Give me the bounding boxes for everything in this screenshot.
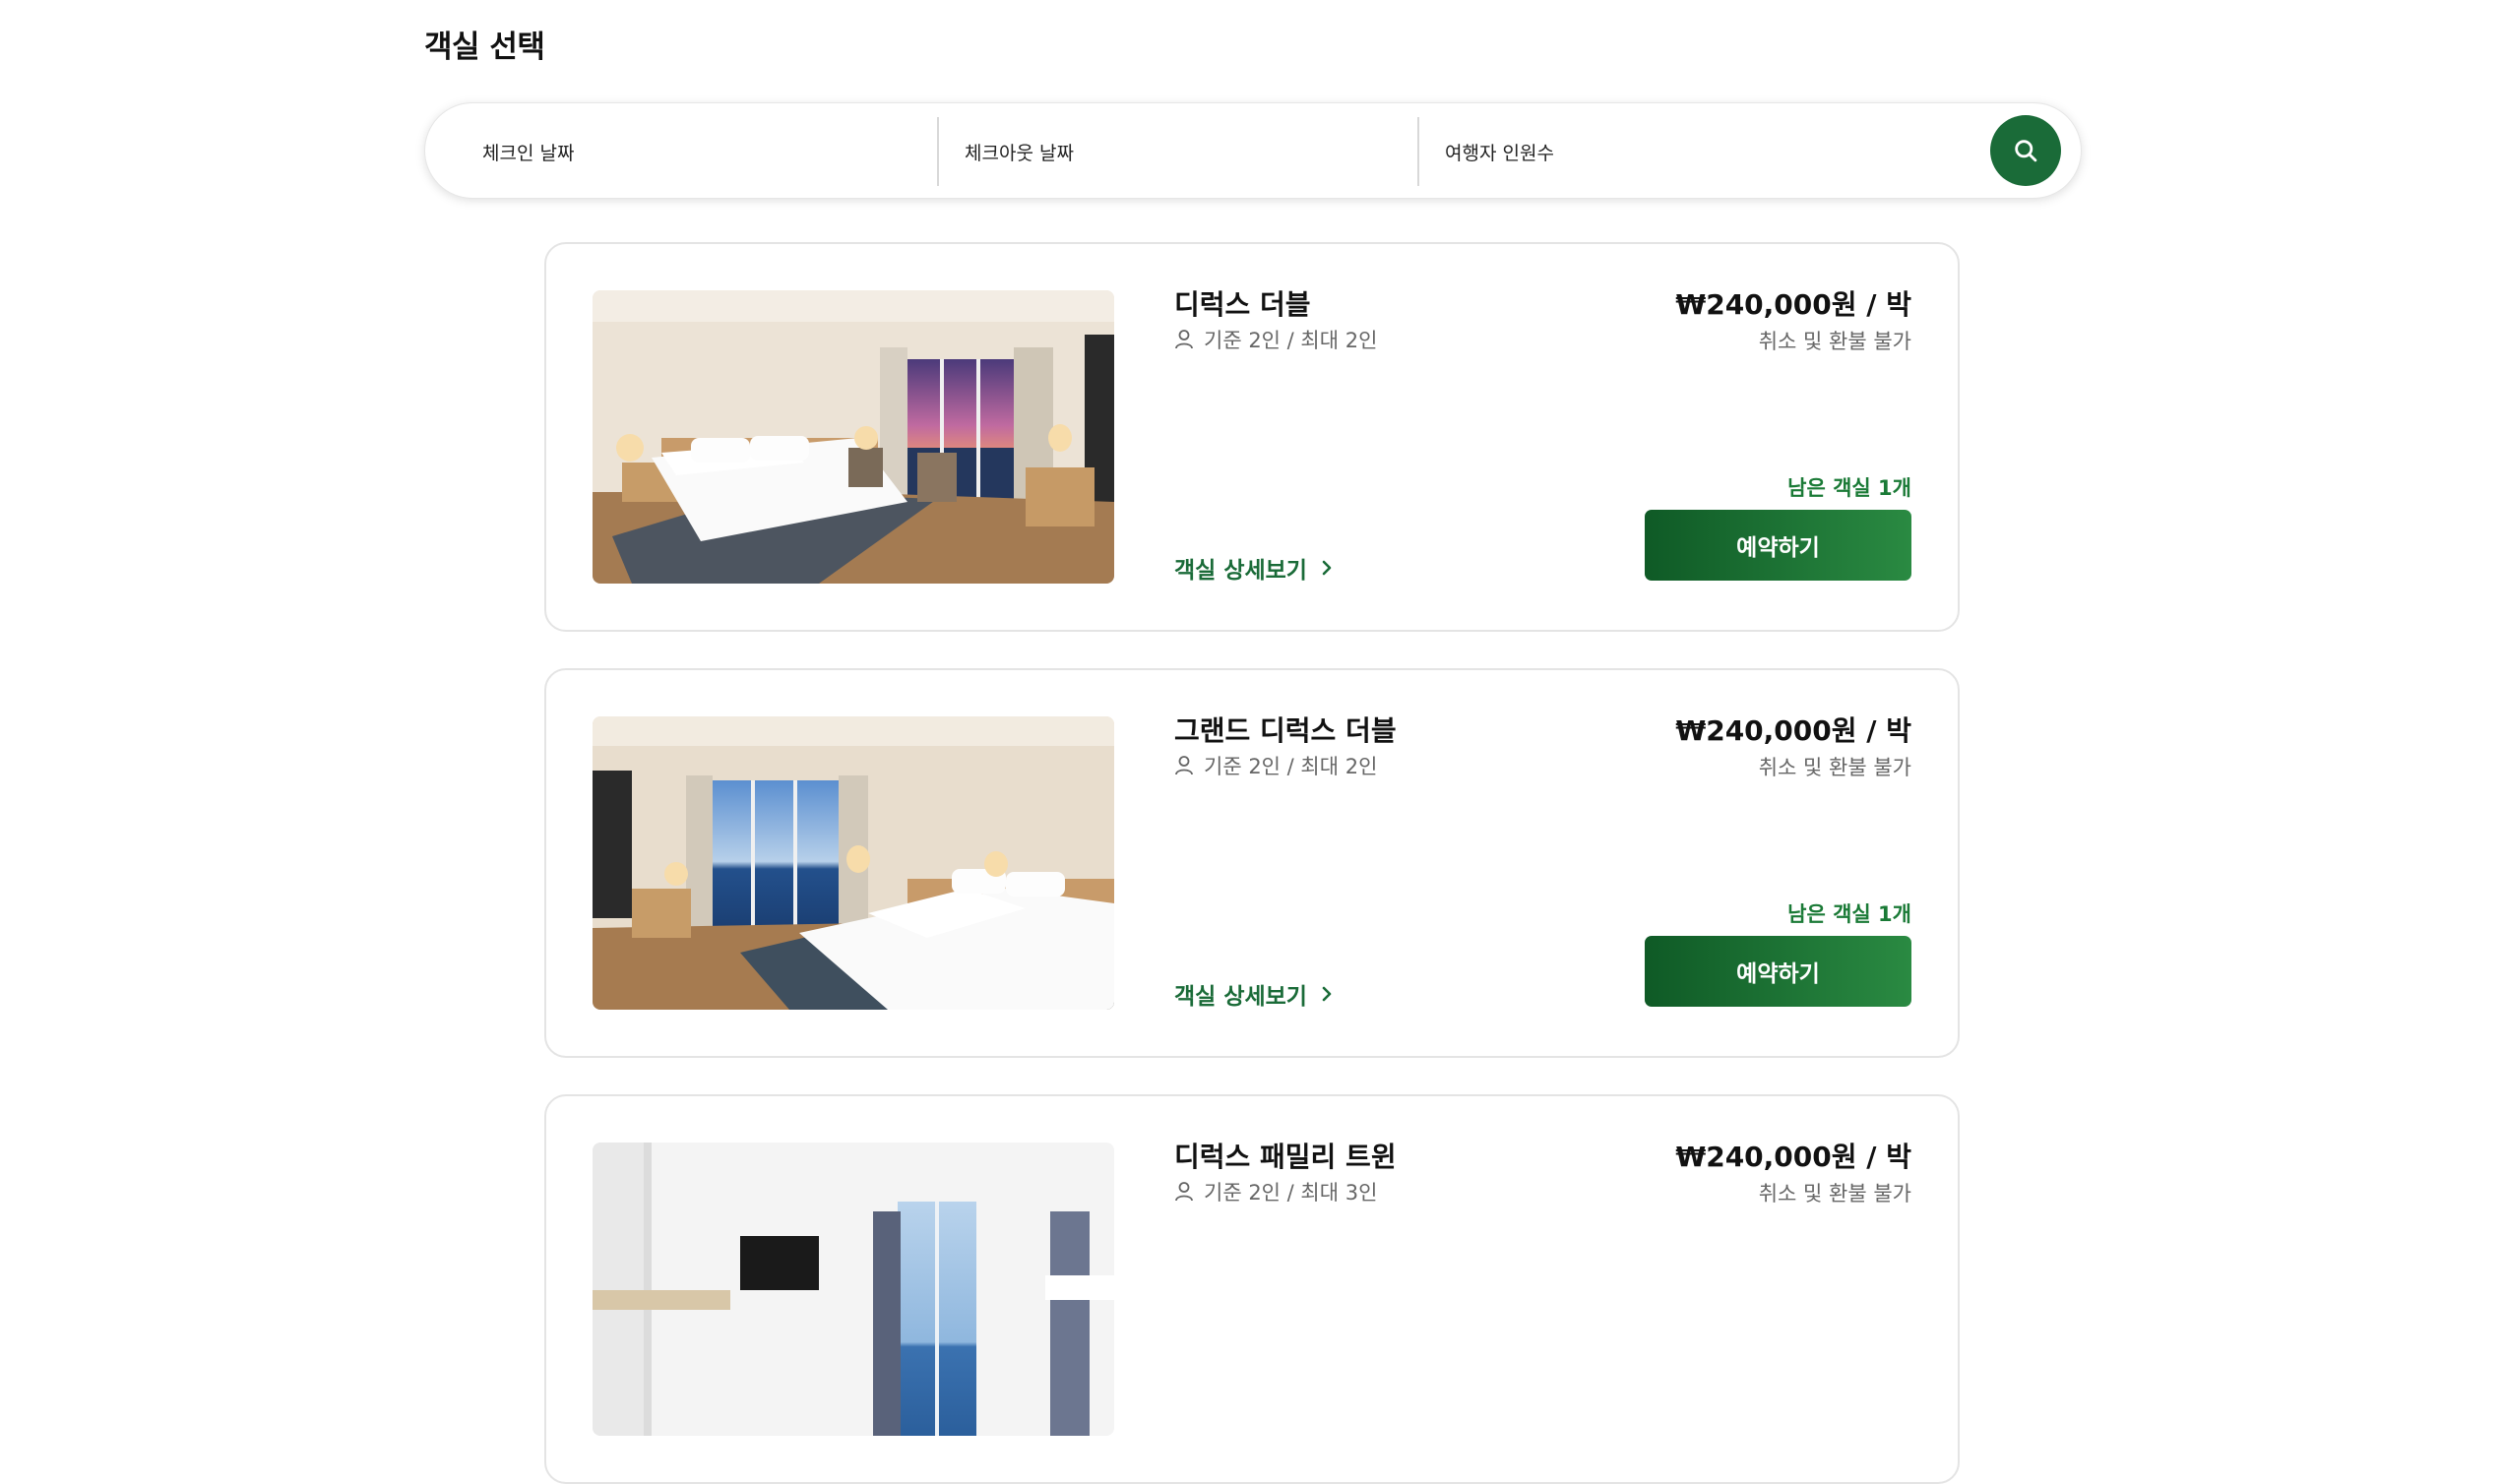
room-detail-link[interactable]: 객실 상세보기: [1174, 977, 1333, 1011]
person-icon: [1175, 1182, 1193, 1202]
search-divider: [937, 117, 939, 186]
room-price: ₩240,000원 / 박: [1675, 714, 1911, 747]
room-name: 그랜드 디럭스 더블: [1174, 714, 1397, 747]
room-capacity: 기준 2인 / 최대 2인: [1174, 325, 1377, 354]
room-capacity-text: 기준 2인 / 최대 3인: [1204, 1181, 1378, 1205]
room-detail-label: 객실 상세보기: [1174, 984, 1307, 1010]
reserve-button[interactable]: 예약하기: [1645, 936, 1911, 1007]
room-capacity: 기준 2인 / 최대 3인: [1174, 1177, 1377, 1206]
room-policy: 취소 및 환불 불가: [1758, 330, 1911, 353]
search-button[interactable]: [1990, 115, 2061, 186]
room-detail-label: 객실 상세보기: [1174, 558, 1307, 584]
room-card: 디럭스 더블 기준 2인 / 최대 2인 객실 상세보기 ₩240,000원 /…: [544, 242, 1960, 632]
room-photo: [593, 716, 1114, 1010]
reserve-button[interactable]: 예약하기: [1645, 510, 1911, 581]
chevron-right-icon: [1322, 986, 1332, 1002]
room-card: 디럭스 패밀리 트윈 기준 2인 / 최대 3인 ₩240,000원 / 박 취…: [544, 1094, 1960, 1484]
rooms-remaining: 남은 객실 1개: [1787, 476, 1911, 500]
room-card: 그랜드 디럭스 더블 기준 2인 / 최대 2인 객실 상세보기 ₩240,00…: [544, 668, 1960, 1058]
room-detail-link[interactable]: 객실 상세보기: [1174, 551, 1333, 585]
rooms-remaining: 남은 객실 1개: [1787, 902, 1911, 926]
room-name: 디럭스 더블: [1174, 288, 1311, 321]
search-bar: 체크인 날짜 체크아웃 날짜 여행자 인원수: [424, 102, 2082, 199]
room-capacity-text: 기준 2인 / 최대 2인: [1204, 329, 1378, 352]
room-capacity-text: 기준 2인 / 최대 2인: [1204, 755, 1378, 778]
room-price: ₩240,000원 / 박: [1675, 288, 1911, 321]
room-policy: 취소 및 환불 불가: [1758, 756, 1911, 779]
search-icon: [2015, 140, 2037, 162]
person-icon: [1175, 756, 1193, 775]
room-photo: [593, 290, 1114, 584]
checkout-date-field[interactable]: 체크아웃 날짜: [965, 117, 1388, 186]
person-icon: [1175, 330, 1193, 349]
page-title: 객실 선택: [424, 30, 545, 65]
room-capacity: 기준 2인 / 최대 2인: [1174, 751, 1377, 780]
room-price: ₩240,000원 / 박: [1675, 1141, 1911, 1173]
room-photo: [593, 1143, 1114, 1436]
room-name: 디럭스 패밀리 트윈: [1174, 1141, 1397, 1173]
room-policy: 취소 및 환불 불가: [1758, 1182, 1911, 1206]
search-divider: [1417, 117, 1419, 186]
chevron-right-icon: [1322, 560, 1332, 576]
checkin-date-field[interactable]: 체크인 날짜: [482, 117, 906, 186]
guest-count-field[interactable]: 여행자 인원수: [1445, 117, 1937, 186]
